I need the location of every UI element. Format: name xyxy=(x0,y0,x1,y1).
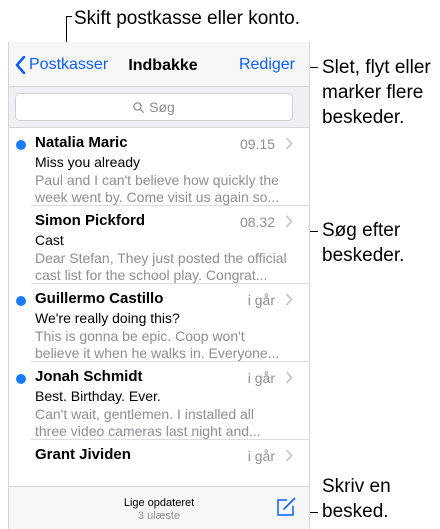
message-sender: Jonah Schmidt xyxy=(35,368,143,385)
message-preview-line: cast list for the school play. Congrat..… xyxy=(35,267,268,283)
callout-compose-line: Skriv en xyxy=(322,476,391,497)
callout-search: Søg efter beskeder. xyxy=(322,218,404,268)
phone-screen: Postkasser Indbakke Rediger Søg Natalia … xyxy=(8,42,310,529)
message-preview: Dear Stefan, They just posted the offici… xyxy=(35,250,301,284)
message-preview: Can't wait, gentlemen. I installed all t… xyxy=(35,406,301,440)
message-preview-line: believe it when he walks in. Everyone... xyxy=(35,345,280,361)
callout-switch-mailbox: Skift postkasse eller konto. xyxy=(74,8,300,29)
unread-dot xyxy=(16,140,26,150)
message-preview-line: week went by. Come visit us again so... xyxy=(35,189,280,205)
message-subject: Best. Birthday. Ever. xyxy=(35,388,161,404)
message-time: 09.15 xyxy=(239,136,275,152)
message-time: i går xyxy=(247,370,275,386)
message-preview-line: three video cameras last night and... xyxy=(35,423,261,439)
callout-edit-line: beskeder. xyxy=(322,107,405,128)
message-row[interactable]: Natalia Maric 09.15 Miss you already Pau… xyxy=(16,128,309,206)
message-row[interactable]: Guillermo Castillo i går We're really do… xyxy=(16,284,309,362)
callout-search-line: beskeder. xyxy=(322,245,405,266)
message-row[interactable]: Jonah Schmidt i går Best. Birthday. Ever… xyxy=(16,362,309,440)
search-input[interactable]: Søg xyxy=(15,93,293,121)
message-sender: Guillermo Castillo xyxy=(35,290,164,307)
message-sender: Grant Jividen xyxy=(35,446,131,463)
search-placeholder: Søg xyxy=(149,99,175,115)
chevron-right-icon xyxy=(285,371,293,384)
message-row[interactable]: Simon Pickford 08.32 Cast Dear Stefan, T… xyxy=(31,206,309,284)
update-status: Lige opdateret 3 ulæste xyxy=(9,497,309,523)
message-preview-line: Paul and I can't believe how quickly the xyxy=(35,172,279,188)
message-subject: Cast xyxy=(35,232,64,248)
message-list: Natalia Maric 09.15 Miss you already Pau… xyxy=(9,128,309,480)
chevron-right-icon xyxy=(285,449,293,462)
compose-icon[interactable] xyxy=(275,496,297,518)
chevron-right-icon xyxy=(285,215,293,228)
message-time: i går xyxy=(247,448,275,464)
unread-dot xyxy=(16,374,26,384)
message-preview: This is gonna be epic. Coop won't believ… xyxy=(35,328,301,362)
search-bar: Søg xyxy=(9,87,309,128)
message-preview-line: Can't wait, gentlemen. I installed all xyxy=(35,406,255,422)
navigation-bar: Postkasser Indbakke Rediger xyxy=(9,42,309,87)
message-preview-line: This is gonna be epic. Coop won't xyxy=(35,328,245,344)
message-row[interactable]: Grant Jividen i går xyxy=(31,440,309,480)
message-sender: Simon Pickford xyxy=(35,212,146,229)
chevron-right-icon xyxy=(285,293,293,306)
edit-button[interactable]: Rediger xyxy=(239,56,295,74)
message-time: i går xyxy=(247,292,275,308)
callout-edit: Slet, flyt eller marker flere beskeder. xyxy=(322,55,431,130)
chevron-right-icon xyxy=(285,137,293,150)
message-time: 08.32 xyxy=(239,214,275,230)
search-icon xyxy=(133,101,145,113)
callout-compose-line: besked. xyxy=(322,501,389,522)
message-preview: Paul and I can't believe how quickly the… xyxy=(35,172,301,206)
message-preview-line: Dear Stefan, They just posted the offici… xyxy=(35,250,287,266)
unread-count: 3 ulæste xyxy=(137,510,181,522)
callout-line-top-tick xyxy=(66,16,72,17)
unread-dot xyxy=(16,296,26,306)
callout-search-line: Søg efter xyxy=(322,220,401,241)
bottom-toolbar: Lige opdateret 3 ulæste xyxy=(9,486,309,529)
message-subject: We're really doing this? xyxy=(35,310,180,326)
message-subject: Miss you already xyxy=(35,154,141,170)
callout-edit-line: Slet, flyt eller xyxy=(322,57,431,78)
callout-compose: Skriv en besked. xyxy=(322,474,391,524)
message-sender: Natalia Maric xyxy=(35,134,128,151)
update-status-text: Lige opdateret xyxy=(123,497,195,509)
callout-edit-line: marker flere xyxy=(322,82,424,103)
